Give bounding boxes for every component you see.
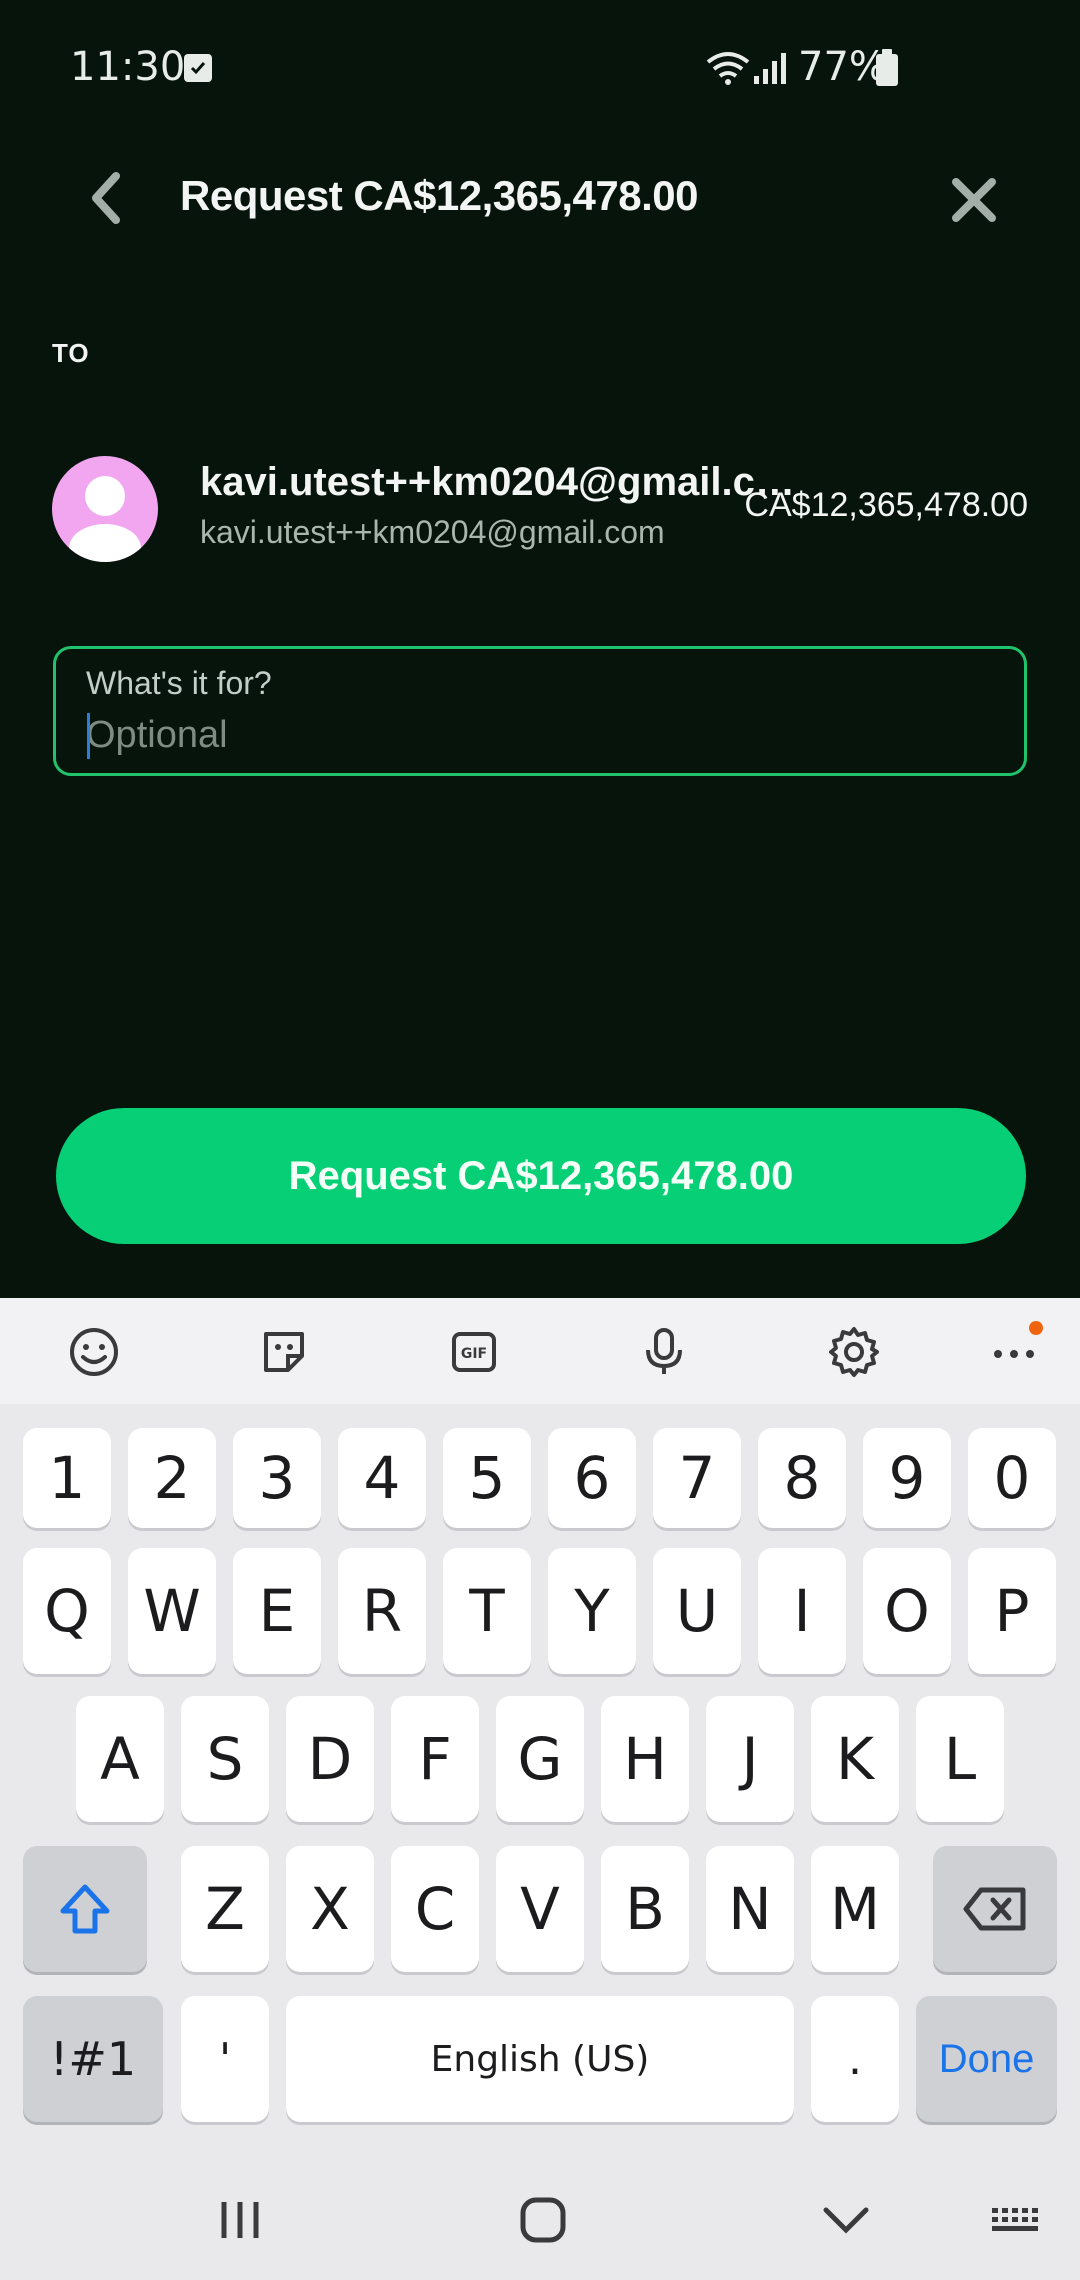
recipient-row[interactable]: kavi.utest++km0204@gmail.com kavi.utest+… xyxy=(52,456,1028,566)
key-a[interactable]: A xyxy=(76,1696,164,1822)
home-button[interactable] xyxy=(503,2180,583,2260)
text-caret xyxy=(87,713,90,759)
user-icon xyxy=(69,476,141,562)
chevron-left-icon xyxy=(92,172,120,224)
battery-icon xyxy=(876,49,898,86)
backspace-icon xyxy=(963,1887,1026,1931)
shift-key[interactable] xyxy=(23,1846,147,1972)
key-q[interactable]: Q xyxy=(23,1548,111,1674)
key-k[interactable]: K xyxy=(811,1696,899,1822)
recipient-amount: CA$12,365,478.00 xyxy=(744,486,1028,524)
apostrophe-key[interactable]: ' xyxy=(181,1996,269,2122)
navigation-bar xyxy=(0,2150,1080,2280)
request-screen: 11:30 77% Request CA$12,365,478.00 TO ka… xyxy=(0,0,1080,1298)
key-s[interactable]: S xyxy=(181,1696,269,1822)
keyboard-toolbar: GIF xyxy=(0,1298,1080,1404)
signal-icon xyxy=(754,53,786,84)
key-y[interactable]: Y xyxy=(548,1548,636,1674)
home-icon xyxy=(520,2197,566,2243)
chevron-down-icon xyxy=(823,2207,869,2234)
notification-dot xyxy=(1029,1321,1043,1335)
key-9[interactable]: 9 xyxy=(863,1428,951,1528)
key-m[interactable]: M xyxy=(811,1846,899,1972)
checkbox-notification-icon xyxy=(184,54,212,82)
avatar xyxy=(52,456,158,562)
key-6[interactable]: 6 xyxy=(548,1428,636,1528)
status-bar: 11:30 77% xyxy=(0,0,1080,140)
space-key[interactable]: English (US) xyxy=(286,1996,794,2122)
app-bar: Request CA$12,365,478.00 xyxy=(0,150,1080,245)
key-5[interactable]: 5 xyxy=(443,1428,531,1528)
key-x[interactable]: X xyxy=(286,1846,374,1972)
key-v[interactable]: V xyxy=(496,1846,584,1972)
key-c[interactable]: C xyxy=(391,1846,479,1972)
backspace-key[interactable] xyxy=(933,1846,1057,1972)
key-b[interactable]: B xyxy=(601,1846,689,1972)
key-l[interactable]: L xyxy=(916,1696,1004,1822)
key-j[interactable]: J xyxy=(706,1696,794,1822)
key-2[interactable]: 2 xyxy=(128,1428,216,1528)
key-w[interactable]: W xyxy=(128,1548,216,1674)
request-button[interactable]: Request CA$12,365,478.00 xyxy=(56,1108,1026,1244)
gif-icon[interactable]: GIF xyxy=(442,1320,506,1384)
back-button[interactable] xyxy=(78,170,134,226)
recipient-email: kavi.utest++km0204@gmail.com xyxy=(200,514,665,550)
page-title: Request CA$12,365,478.00 xyxy=(180,172,698,219)
key-d[interactable]: D xyxy=(286,1696,374,1822)
key-0[interactable]: 0 xyxy=(968,1428,1056,1528)
shift-arrow-icon xyxy=(60,1884,110,1934)
key-7[interactable]: 7 xyxy=(653,1428,741,1528)
recent-apps-icon xyxy=(221,2202,259,2238)
recipient-name: kavi.utest++km0204@gmail.com xyxy=(200,460,800,504)
hide-keyboard-button[interactable] xyxy=(806,2180,886,2260)
key-i[interactable]: I xyxy=(758,1548,846,1674)
key-r[interactable]: R xyxy=(338,1548,426,1674)
svg-text:GIF: GIF xyxy=(461,1346,487,1362)
key-z[interactable]: Z xyxy=(181,1846,269,1972)
symbols-key[interactable]: !#1 xyxy=(23,1996,163,2122)
keyboard-icon xyxy=(992,2208,1038,2231)
note-label: What's it for? xyxy=(86,665,272,701)
key-n[interactable]: N xyxy=(706,1846,794,1972)
keyboard: GIF 1 2 3 4 5 6 7 8 9 0 Q W E R T Y U I … xyxy=(0,1298,1080,2280)
note-field[interactable]: What's it for? xyxy=(53,646,1027,776)
close-button[interactable] xyxy=(944,170,1004,230)
key-1[interactable]: 1 xyxy=(23,1428,111,1528)
note-input[interactable] xyxy=(86,707,986,763)
key-3[interactable]: 3 xyxy=(233,1428,321,1528)
keyboard-switch-button[interactable] xyxy=(978,2180,1058,2260)
done-key[interactable]: Done xyxy=(916,1996,1057,2122)
key-o[interactable]: O xyxy=(863,1548,951,1674)
recent-apps-button[interactable] xyxy=(200,2180,280,2260)
period-key[interactable]: . xyxy=(811,1996,899,2122)
settings-gear-icon[interactable] xyxy=(822,1320,886,1384)
key-e[interactable]: E xyxy=(233,1548,321,1674)
wifi-icon xyxy=(706,52,750,85)
close-icon xyxy=(952,178,996,222)
status-time: 11:30 xyxy=(70,44,186,90)
key-g[interactable]: G xyxy=(496,1696,584,1822)
key-u[interactable]: U xyxy=(653,1548,741,1674)
microphone-icon[interactable] xyxy=(632,1320,696,1384)
key-p[interactable]: P xyxy=(968,1548,1056,1674)
key-t[interactable]: T xyxy=(443,1548,531,1674)
key-8[interactable]: 8 xyxy=(758,1428,846,1528)
sticker-icon[interactable] xyxy=(252,1320,316,1384)
key-4[interactable]: 4 xyxy=(338,1428,426,1528)
to-label: TO xyxy=(52,338,90,368)
emoji-icon[interactable] xyxy=(62,1320,126,1384)
key-h[interactable]: H xyxy=(601,1696,689,1822)
key-f[interactable]: F xyxy=(391,1696,479,1822)
battery-percent: 77% xyxy=(798,44,887,90)
